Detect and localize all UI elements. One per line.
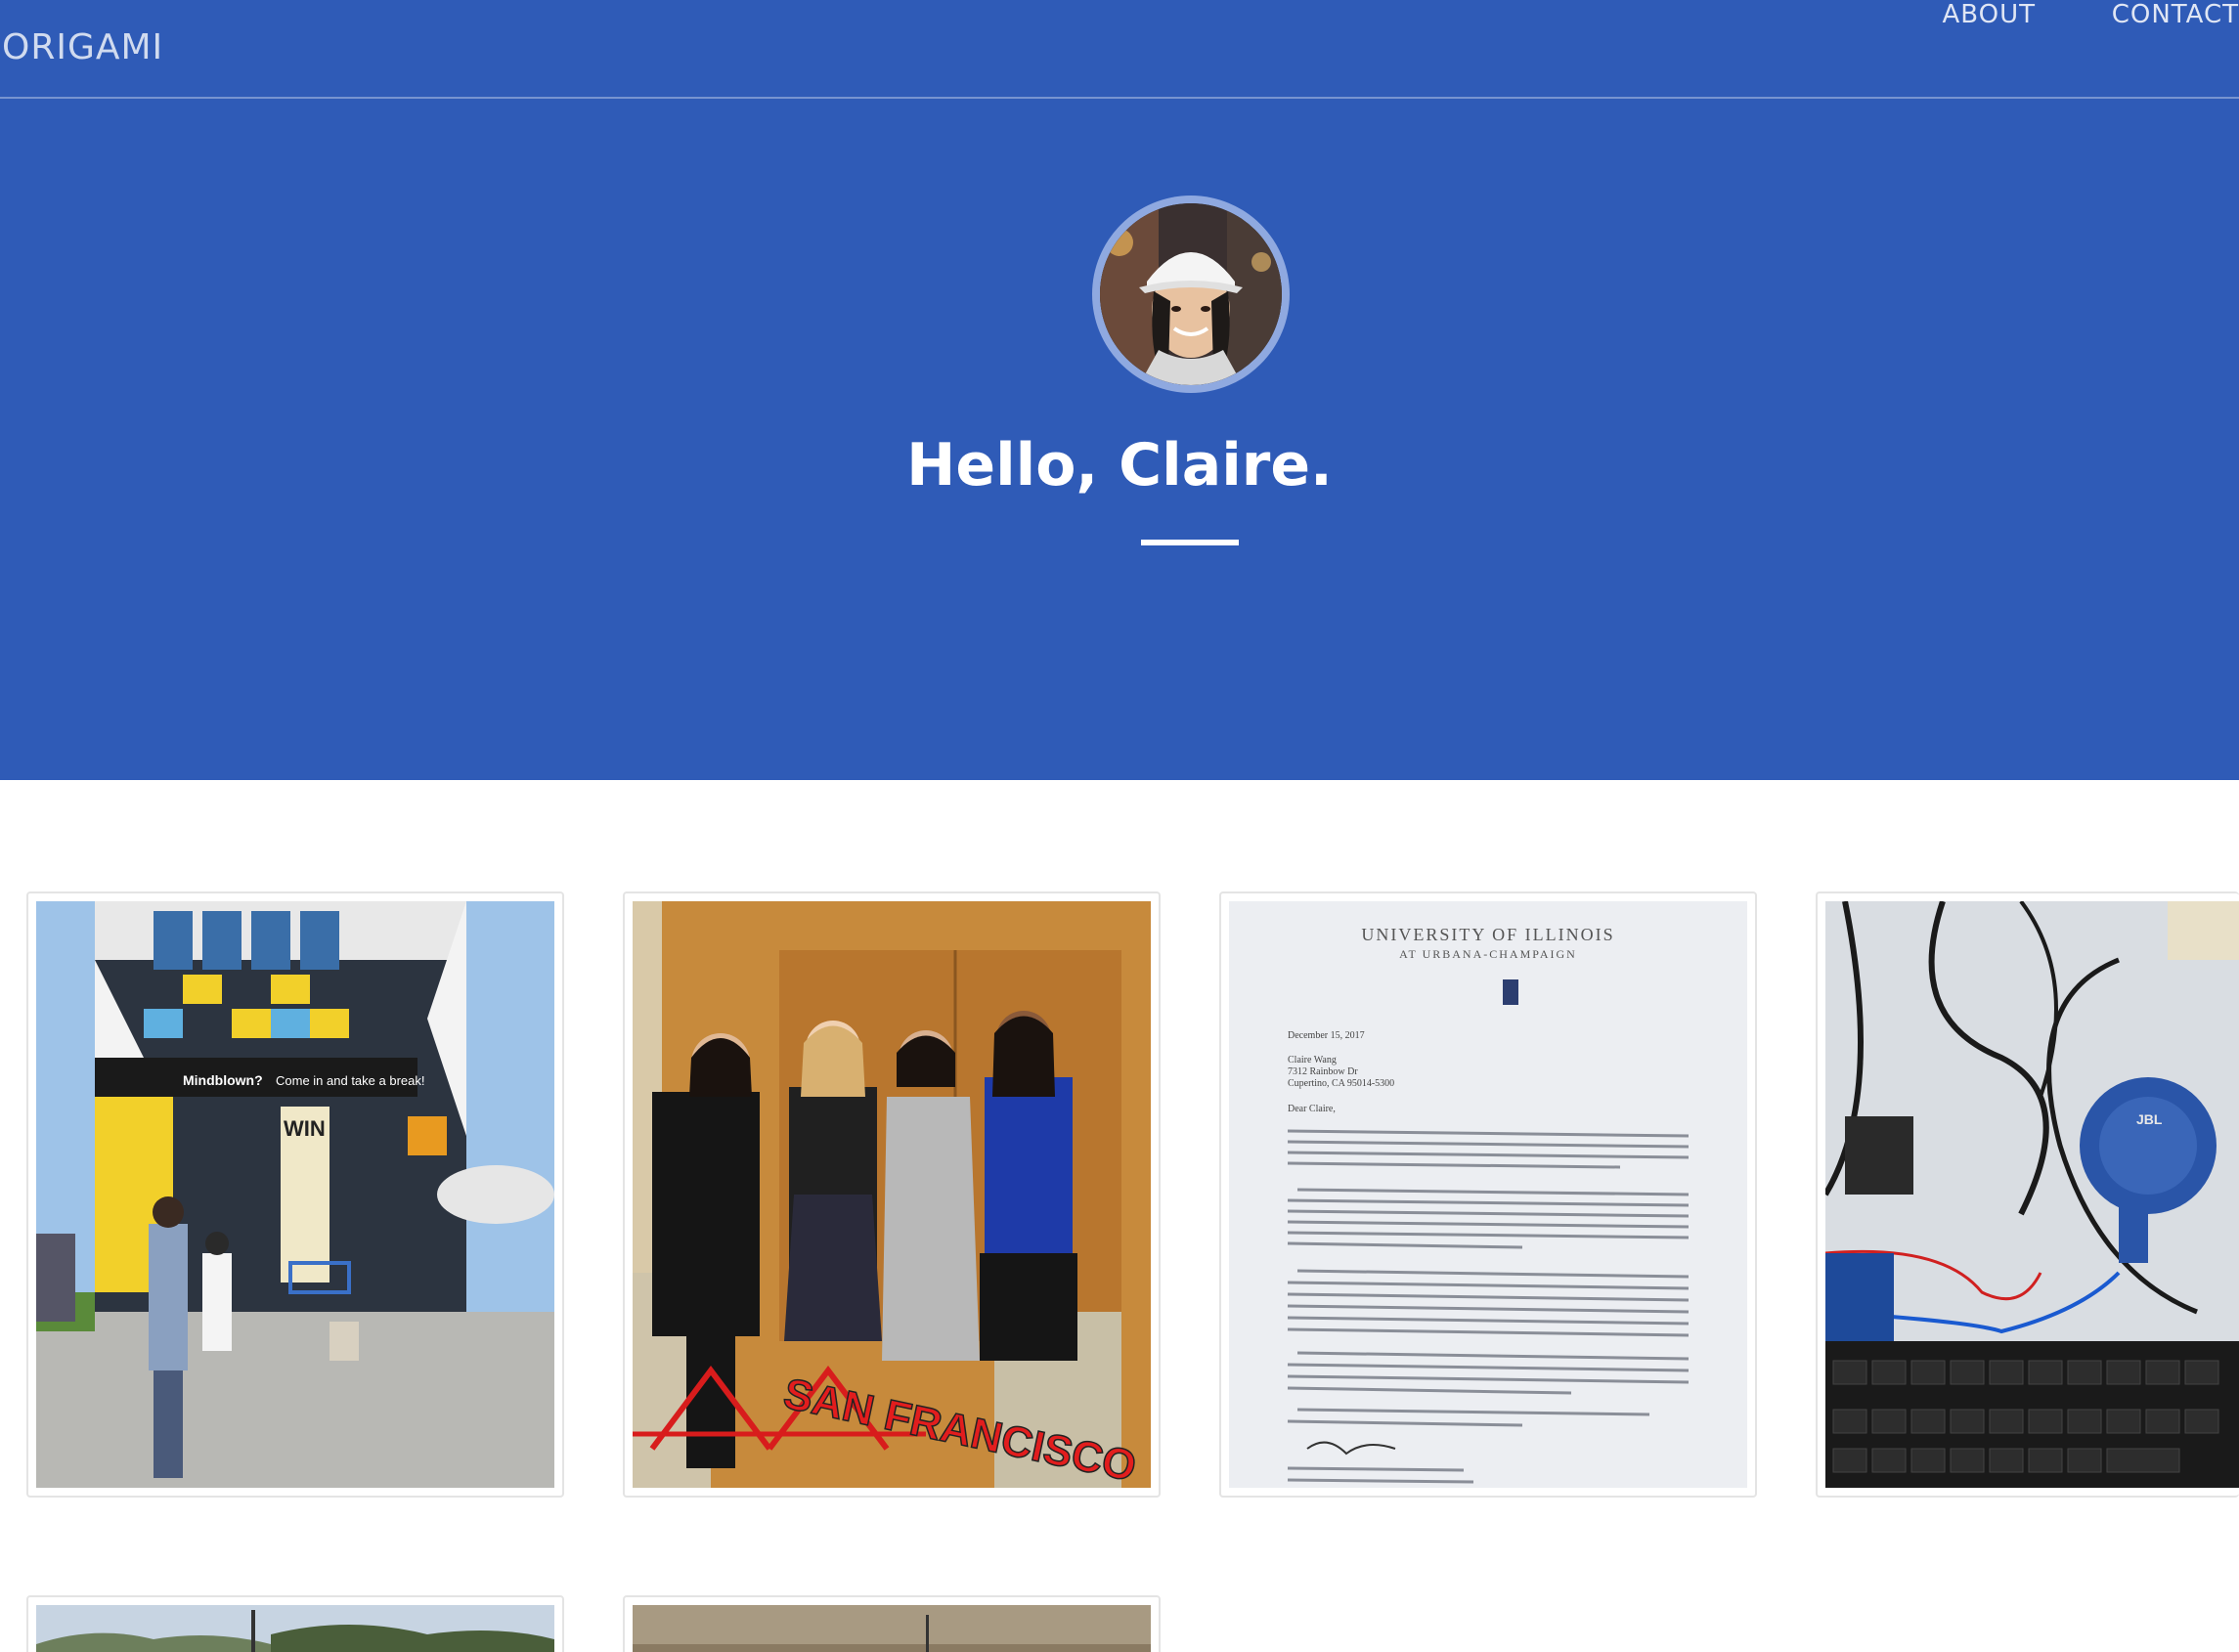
svg-text:Claire Wang: Claire Wang <box>1288 1055 1337 1065</box>
hero-divider <box>1141 540 1239 545</box>
hero-greeting: Hello, Claire. <box>906 431 1333 500</box>
svg-text:Come in and take a break!: Come in and take a break! <box>276 1073 424 1088</box>
svg-text:Cupertino, CA 95014-5300: Cupertino, CA 95014-5300 <box>1288 1078 1394 1089</box>
svg-text:Dear Claire,: Dear Claire, <box>1288 1104 1336 1114</box>
gallery-item-electronics-photo[interactable]: JBL <box>1816 891 2239 1498</box>
arcade-photo: Mindblown? Come in and take a break! WIN <box>36 901 554 1488</box>
nav-link-contact[interactable]: CONTACT <box>2112 0 2239 29</box>
svg-text:UNIVERSITY OF ILLINOIS: UNIVERSITY OF ILLINOIS <box>1361 925 1614 944</box>
avatar <box>1100 203 1282 385</box>
gallery-item-letter-photo[interactable]: UNIVERSITY OF ILLINOIS AT URBANA-CHAMPAI… <box>1219 891 1757 1498</box>
electronics-photo: JBL <box>1825 901 2239 1488</box>
svg-text:December 15, 2017: December 15, 2017 <box>1288 1030 1365 1041</box>
svg-text:Mindblown?: Mindblown? <box>183 1072 263 1088</box>
group-photo: SAN FRANCISCO <box>633 901 1151 1488</box>
gallery-item-group-photo[interactable]: SAN FRANCISCO <box>623 891 1161 1498</box>
svg-text:7312 Rainbow Dr: 7312 Rainbow Dr <box>1288 1066 1358 1077</box>
hero-section: Hello, Claire. <box>0 99 2239 780</box>
avatar-frame <box>1092 196 1290 393</box>
gallery-item-arcade-photo[interactable]: Mindblown? Come in and take a break! WIN <box>26 891 564 1498</box>
photo-gallery: Mindblown? Come in and take a break! WIN <box>0 780 2239 1652</box>
svg-text:JBL: JBL <box>2136 1111 2163 1127</box>
outdoor-photo <box>36 1605 554 1652</box>
interior-photo <box>633 1605 1151 1652</box>
svg-text:AT URBANA-CHAMPAIGN: AT URBANA-CHAMPAIGN <box>1399 947 1577 961</box>
gallery-item-interior-photo[interactable] <box>623 1595 1161 1652</box>
brand-logo-link[interactable]: ORIGAMI <box>2 27 163 67</box>
letter-photo: UNIVERSITY OF ILLINOIS AT URBANA-CHAMPAI… <box>1229 901 1747 1488</box>
svg-text:WIN: WIN <box>284 1116 326 1141</box>
gallery-item-outdoor-photo[interactable] <box>26 1595 564 1652</box>
nav-link-about[interactable]: ABOUT <box>1942 0 2036 29</box>
navbar: ORIGAMI ABOUT CONTACT <box>0 0 2239 99</box>
